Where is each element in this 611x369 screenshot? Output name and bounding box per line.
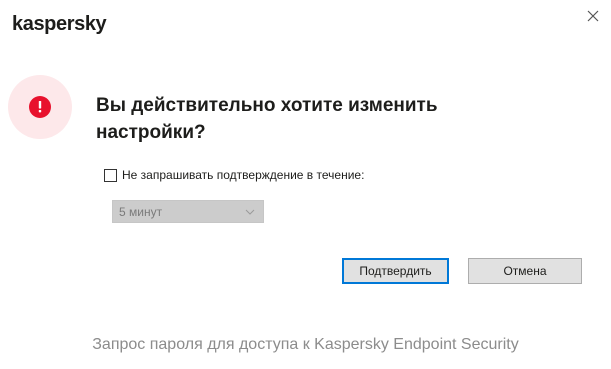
- cancel-button[interactable]: Отмена: [468, 258, 582, 284]
- dont-ask-option[interactable]: Не запрашивать подтверждение в течение:: [104, 168, 364, 182]
- dont-ask-checkbox[interactable]: [104, 168, 117, 182]
- confirm-settings-dialog: kaspersky Вы действительно хотите измени…: [0, 0, 611, 369]
- kaspersky-logo: kaspersky: [12, 13, 107, 35]
- footer-caption: Запрос пароля для доступа к Kaspersky En…: [92, 336, 519, 353]
- duration-select-value: 5 минут: [119, 204, 163, 219]
- confirm-button[interactable]: Подтвердить: [342, 258, 449, 284]
- close-icon: [587, 10, 599, 22]
- warning-icon-background: [8, 75, 72, 139]
- duration-select[interactable]: 5 минут: [112, 200, 264, 223]
- close-button[interactable]: [583, 6, 603, 26]
- exclamation-icon: [29, 96, 51, 118]
- dialog-question: Вы действительно хотите изменить настрой…: [96, 95, 438, 143]
- dont-ask-label[interactable]: Не запрашивать подтверждение в течение:: [122, 168, 364, 182]
- chevron-down-icon: [245, 209, 255, 215]
